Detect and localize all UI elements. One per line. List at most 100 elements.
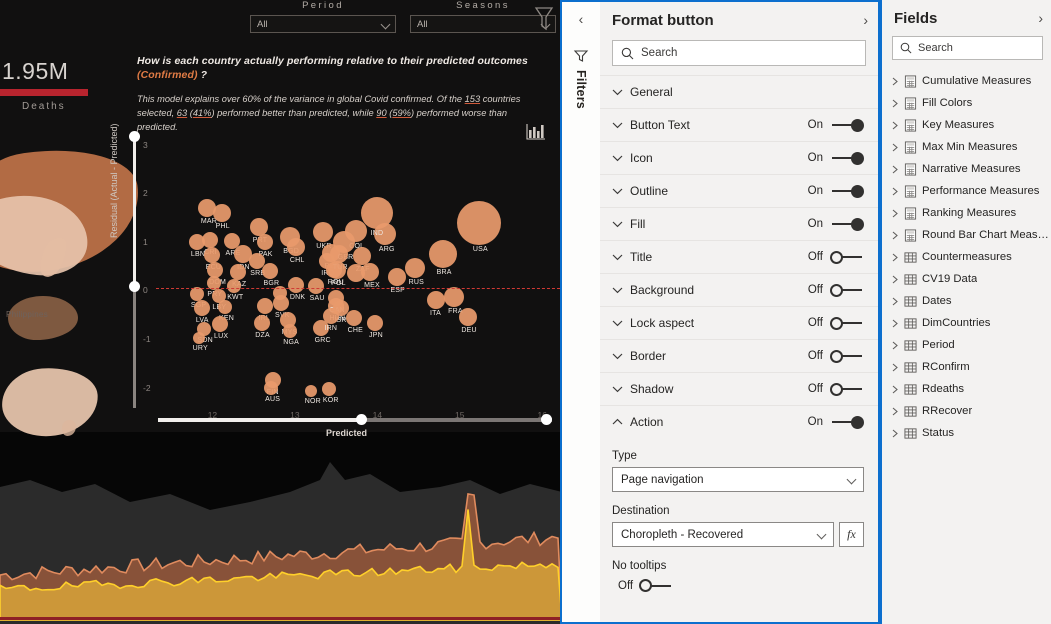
chevron-down-icon[interactable]	[612, 286, 626, 294]
format-section-toggle[interactable]	[830, 316, 864, 330]
scatter-bubble[interactable]	[328, 261, 347, 280]
format-section-outline[interactable]: Outline On	[600, 174, 878, 207]
area-chart[interactable]	[0, 432, 562, 624]
scatter-bubble[interactable]	[404, 258, 425, 279]
format-section-toggle[interactable]	[830, 118, 864, 132]
format-section-background[interactable]: Background Off	[600, 273, 878, 306]
format-section-toggle[interactable]	[830, 349, 864, 363]
chevron-down-icon[interactable]	[612, 88, 626, 96]
chevron-right-icon[interactable]	[890, 165, 899, 174]
scatter-bubble[interactable]	[204, 246, 221, 263]
action-destination-dropdown[interactable]: Choropleth - Recovered	[612, 522, 834, 547]
chevron-right-icon[interactable]	[890, 187, 899, 196]
chevron-right-icon[interactable]	[890, 407, 899, 416]
scatter-bubble[interactable]	[307, 277, 324, 294]
field-item[interactable]: CV19 Data	[882, 268, 1051, 290]
field-item[interactable]: Ranking Measures	[882, 202, 1051, 224]
scatter-bubble[interactable]	[226, 278, 241, 293]
chevron-down-icon[interactable]	[612, 352, 626, 360]
format-section-toggle[interactable]	[830, 415, 864, 429]
fields-list[interactable]: Cumulative Measures Fill Colors Key Measur…	[882, 70, 1051, 444]
scatter-bubble[interactable]	[312, 222, 333, 243]
chevron-down-icon[interactable]	[612, 121, 626, 129]
field-item[interactable]: Narrative Measures	[882, 158, 1051, 180]
scatter-bubble[interactable]	[322, 307, 339, 324]
format-section-fill[interactable]: Fill On	[600, 207, 878, 240]
fields-search-input[interactable]: Search	[892, 36, 1043, 60]
field-item[interactable]: Status	[882, 422, 1051, 444]
format-section-toggle[interactable]	[830, 283, 864, 297]
scatter-bubble[interactable]	[287, 237, 306, 256]
chevron-down-icon[interactable]	[612, 154, 626, 162]
chevron-right-icon[interactable]	[890, 121, 899, 130]
field-item[interactable]: Max Min Measures	[882, 136, 1051, 158]
chevron-right-icon[interactable]	[890, 253, 899, 262]
field-item[interactable]: Key Measures	[882, 114, 1051, 136]
x-axis-slider-handle-left[interactable]	[356, 414, 367, 425]
scatter-bubble[interactable]	[212, 203, 231, 222]
format-section-icon[interactable]: Icon On	[600, 141, 878, 174]
chevron-right-icon[interactable]	[890, 319, 899, 328]
scatter-bubble[interactable]	[288, 276, 305, 293]
scatter-plot[interactable]: Residual (Actual - Predicted) MARPHLPRTL…	[109, 123, 560, 420]
chevron-right-icon[interactable]: ›	[863, 12, 868, 28]
scatter-bubble[interactable]	[458, 307, 477, 326]
chevron-down-icon[interactable]	[612, 220, 626, 228]
format-section-border[interactable]: Border Off	[600, 339, 878, 372]
scatter-bubble[interactable]	[387, 267, 406, 286]
scatter-bubble[interactable]	[444, 287, 465, 308]
field-item[interactable]: Performance Measures	[882, 180, 1051, 202]
scatter-bubble[interactable]	[361, 263, 380, 281]
x-axis-slider-handle-right[interactable]	[541, 414, 552, 425]
no-tooltips-toggle[interactable]	[639, 579, 673, 592]
y-axis-slider-handle-top[interactable]	[129, 131, 140, 142]
field-item[interactable]: Fill Colors	[882, 92, 1051, 114]
field-item[interactable]: RRecover	[882, 400, 1051, 422]
format-section-toggle[interactable]	[830, 217, 864, 231]
scatter-bubble[interactable]	[256, 234, 273, 251]
funnel-icon[interactable]	[533, 4, 555, 34]
scatter-bubble[interactable]	[218, 299, 233, 314]
scatter-bubble[interactable]	[202, 232, 219, 249]
scatter-bubble[interactable]	[261, 263, 278, 280]
scatter-bubble[interactable]	[428, 239, 457, 268]
scatter-bubble[interactable]	[322, 381, 337, 396]
chevron-right-icon[interactable]	[890, 209, 899, 218]
format-section-toggle[interactable]	[830, 151, 864, 165]
field-item[interactable]: Period	[882, 334, 1051, 356]
scatter-bubble[interactable]	[367, 315, 384, 332]
conditional-formatting-fx-button[interactable]: fx	[839, 522, 864, 547]
format-sections-list[interactable]: General Button Text On Icon On Outline On Fill O…	[600, 75, 878, 438]
field-item[interactable]: Round Bar Chart Measu...	[882, 224, 1051, 246]
scatter-bubble[interactable]	[330, 244, 349, 263]
format-section-shadow[interactable]: Shadow Off	[600, 372, 878, 405]
field-item[interactable]: Cumulative Measures	[882, 70, 1051, 92]
format-section-toggle[interactable]	[830, 184, 864, 198]
field-item[interactable]: DimCountries	[882, 312, 1051, 334]
chevron-right-icon[interactable]: ›	[1038, 10, 1043, 26]
filters-rail[interactable]: ‹ Filters	[562, 2, 600, 622]
format-search-input[interactable]: Search	[612, 40, 866, 66]
scatter-bubble[interactable]	[427, 291, 446, 310]
scatter-bubble[interactable]	[194, 300, 211, 317]
chevron-up-icon[interactable]	[612, 418, 626, 426]
scatter-bubble[interactable]	[360, 196, 393, 229]
scatter-bubble[interactable]	[305, 384, 317, 397]
format-section-lock-aspect[interactable]: Lock aspect Off	[600, 306, 878, 339]
format-section-toggle[interactable]	[830, 250, 864, 264]
chevron-down-icon[interactable]	[612, 385, 626, 393]
scatter-bubble[interactable]	[264, 380, 279, 395]
chevron-down-icon[interactable]	[612, 319, 626, 327]
chevron-down-icon[interactable]	[612, 253, 626, 261]
no-tooltips-row[interactable]: Off	[612, 579, 864, 592]
field-item[interactable]: Dates	[882, 290, 1051, 312]
scatter-bubble[interactable]	[190, 287, 205, 302]
chevron-right-icon[interactable]	[890, 297, 899, 306]
chevron-right-icon[interactable]	[890, 363, 899, 372]
chevron-right-icon[interactable]	[890, 429, 899, 438]
scatter-bubble[interactable]	[192, 332, 205, 345]
scatter-bubble[interactable]	[457, 201, 502, 246]
chevron-down-icon[interactable]	[612, 187, 626, 195]
action-type-dropdown[interactable]: Page navigation	[612, 467, 864, 492]
scatter-bubble[interactable]	[273, 295, 290, 312]
